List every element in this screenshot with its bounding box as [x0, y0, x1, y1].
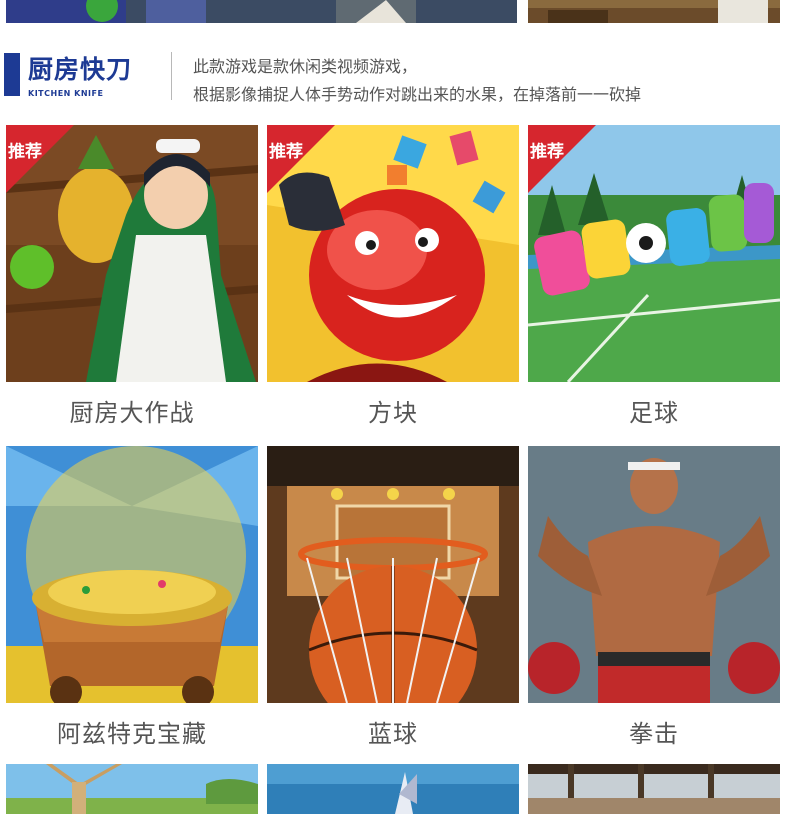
game-card-football[interactable]: 推荐	[528, 125, 780, 382]
game-card-boxing[interactable]	[528, 446, 780, 703]
recommend-badge-label: 推荐	[7, 141, 43, 163]
game-card-aztec[interactable]	[6, 446, 258, 703]
section-title: 厨房快刀	[28, 55, 133, 84]
section-accent-bar	[4, 53, 20, 96]
section-subtitle: KITCHEN KNIFE	[28, 89, 104, 98]
section-description-line1: 此款游戏是款休闲类视频游戏，	[193, 57, 418, 76]
section-divider	[171, 52, 172, 100]
game-title[interactable]: 足球	[528, 393, 780, 428]
game-title[interactable]: 厨房大作战	[6, 393, 258, 428]
game-title[interactable]: 方块	[267, 393, 519, 428]
partial-thumbnail-top-left[interactable]	[6, 0, 517, 23]
game-card-kitchen[interactable]: 推荐	[6, 125, 258, 382]
section-description-line2: 根据影像捕捉人体手势动作对跳出来的水果，在掉落前一一砍掉	[193, 85, 642, 104]
recommend-badge-label: 推荐	[268, 141, 304, 163]
boxer-thumbnail	[528, 446, 780, 703]
game-card-blocks[interactable]: 推荐	[267, 125, 519, 382]
game-title[interactable]: 拳击	[528, 714, 780, 749]
partial-thumbnail-top-right[interactable]	[528, 0, 780, 23]
partial-thumbnail-bottom-middle[interactable]	[267, 764, 519, 814]
partial-thumbnail-bottom-left[interactable]	[6, 764, 258, 814]
basketball-hoop-thumbnail	[267, 446, 519, 703]
game-title[interactable]: 蓝球	[267, 714, 519, 749]
recommend-badge-label: 推荐	[529, 141, 565, 163]
treasure-cart-thumbnail	[6, 446, 258, 703]
partial-thumbnail-bottom-right[interactable]	[528, 764, 780, 814]
game-title[interactable]: 阿兹特克宝藏	[6, 714, 258, 749]
game-card-basketball[interactable]	[267, 446, 519, 703]
